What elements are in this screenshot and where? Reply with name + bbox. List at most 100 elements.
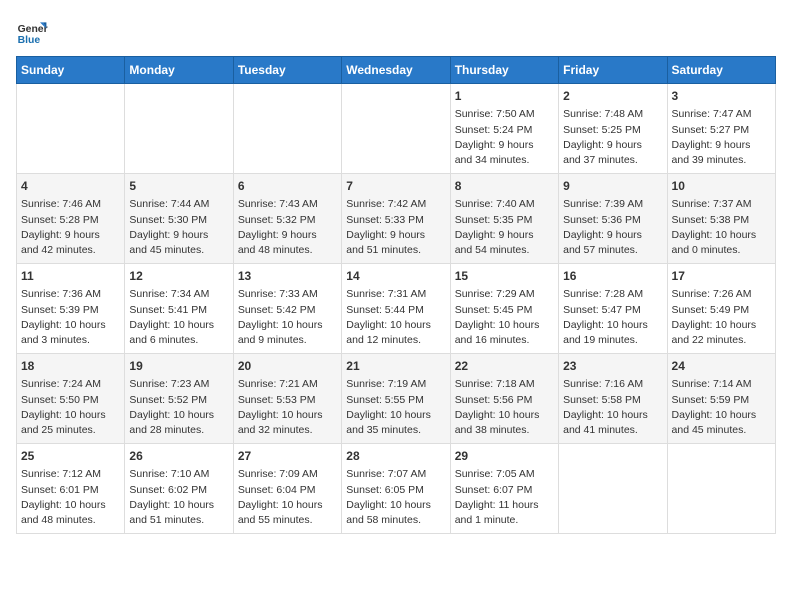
calendar-cell: 28 Sunrise: 7:07 AMSunset: 6:05 PMDayligh…	[342, 444, 450, 534]
logo: General Blue	[16, 16, 52, 48]
day-info: Sunrise: 7:09 AMSunset: 6:04 PMDaylight:…	[238, 467, 337, 528]
day-number: 23	[563, 358, 662, 375]
day-info: Sunrise: 7:36 AMSunset: 5:39 PMDaylight:…	[21, 287, 120, 348]
calendar-cell: 21Sunrise: 7:19 AMSunset: 5:55 PMDayligh…	[342, 354, 450, 444]
day-info: Sunrise: 7:24 AMSunset: 5:50 PMDaylight:…	[21, 377, 120, 438]
day-number: 28	[346, 448, 445, 465]
calendar-cell: 23 Sunrise: 7:16 AMSunset: 5:58 PMDayligh…	[559, 354, 667, 444]
calendar-week-row: 11Sunrise: 7:36 AMSunset: 5:39 PMDayligh…	[17, 264, 776, 354]
calendar-week-row: 4 Sunrise: 7:46 AMSunset: 5:28 PMDaylight…	[17, 174, 776, 264]
day-info: Sunrise: 7:26 AMSunset: 5:49 PMDaylight:…	[672, 287, 771, 348]
calendar-cell	[233, 84, 341, 174]
weekday-header-friday: Friday	[559, 57, 667, 84]
day-info: Sunrise: 7:40 AMSunset: 5:35 PMDaylight:…	[455, 197, 554, 258]
day-info: Sunrise: 7:43 AMSunset: 5:32 PMDaylight:…	[238, 197, 337, 258]
day-number: 9	[563, 178, 662, 195]
day-info: Sunrise: 7:39 AMSunset: 5:36 PMDaylight:…	[563, 197, 662, 258]
calendar-cell: 6 Sunrise: 7:43 AMSunset: 5:32 PMDaylight…	[233, 174, 341, 264]
day-info: Sunrise: 7:46 AMSunset: 5:28 PMDaylight:…	[21, 197, 120, 258]
calendar-week-row: 18Sunrise: 7:24 AMSunset: 5:50 PMDayligh…	[17, 354, 776, 444]
day-info: Sunrise: 7:10 AMSunset: 6:02 PMDaylight:…	[129, 467, 228, 528]
calendar-cell: 24 Sunrise: 7:14 AMSunset: 5:59 PMDayligh…	[667, 354, 775, 444]
day-info: Sunrise: 7:16 AMSunset: 5:58 PMDaylight:…	[563, 377, 662, 438]
day-info: Sunrise: 7:14 AMSunset: 5:59 PMDaylight:…	[672, 377, 771, 438]
day-info: Sunrise: 7:31 AMSunset: 5:44 PMDaylight:…	[346, 287, 445, 348]
day-info: Sunrise: 7:29 AMSunset: 5:45 PMDaylight:…	[455, 287, 554, 348]
calendar-cell: 20 Sunrise: 7:21 AMSunset: 5:53 PMDayligh…	[233, 354, 341, 444]
day-info: Sunrise: 7:05 AMSunset: 6:07 PMDaylight:…	[455, 467, 554, 528]
day-info: Sunrise: 7:33 AMSunset: 5:42 PMDaylight:…	[238, 287, 337, 348]
calendar-cell: 9 Sunrise: 7:39 AMSunset: 5:36 PMDaylight…	[559, 174, 667, 264]
day-number: 7	[346, 178, 445, 195]
day-number: 12	[129, 268, 228, 285]
calendar-cell: 19 Sunrise: 7:23 AMSunset: 5:52 PMDayligh…	[125, 354, 233, 444]
calendar-cell	[667, 444, 775, 534]
weekday-header-monday: Monday	[125, 57, 233, 84]
calendar-cell: 7 Sunrise: 7:42 AMSunset: 5:33 PMDaylight…	[342, 174, 450, 264]
day-number: 26	[129, 448, 228, 465]
day-number: 4	[21, 178, 120, 195]
day-info: Sunrise: 7:28 AMSunset: 5:47 PMDaylight:…	[563, 287, 662, 348]
day-info: Sunrise: 7:07 AMSunset: 6:05 PMDaylight:…	[346, 467, 445, 528]
calendar-cell: 3Sunrise: 7:47 AMSunset: 5:27 PMDaylight…	[667, 84, 775, 174]
day-number: 8	[455, 178, 554, 195]
calendar-cell: 10Sunrise: 7:37 AMSunset: 5:38 PMDayligh…	[667, 174, 775, 264]
calendar-cell	[342, 84, 450, 174]
calendar-cell	[17, 84, 125, 174]
calendar-cell	[125, 84, 233, 174]
calendar-table: SundayMondayTuesdayWednesdayThursdayFrid…	[16, 56, 776, 534]
day-info: Sunrise: 7:47 AMSunset: 5:27 PMDaylight:…	[672, 107, 771, 168]
day-number: 17	[672, 268, 771, 285]
day-number: 24	[672, 358, 771, 375]
calendar-cell: 16 Sunrise: 7:28 AMSunset: 5:47 PMDayligh…	[559, 264, 667, 354]
day-info: Sunrise: 7:50 AMSunset: 5:24 PMDaylight:…	[455, 107, 554, 168]
day-number: 21	[346, 358, 445, 375]
calendar-cell: 29Sunrise: 7:05 AMSunset: 6:07 PMDayligh…	[450, 444, 558, 534]
calendar-cell: 22 Sunrise: 7:18 AMSunset: 5:56 PMDayligh…	[450, 354, 558, 444]
svg-text:Blue: Blue	[18, 35, 41, 46]
calendar-cell: 5 Sunrise: 7:44 AMSunset: 5:30 PMDaylight…	[125, 174, 233, 264]
weekday-header-row: SundayMondayTuesdayWednesdayThursdayFrid…	[17, 57, 776, 84]
day-number: 1	[455, 88, 554, 105]
calendar-cell: 1 Sunrise: 7:50 AMSunset: 5:24 PMDaylight…	[450, 84, 558, 174]
day-info: Sunrise: 7:48 AMSunset: 5:25 PMDaylight:…	[563, 107, 662, 168]
calendar-cell: 4 Sunrise: 7:46 AMSunset: 5:28 PMDaylight…	[17, 174, 125, 264]
calendar-cell: 26 Sunrise: 7:10 AMSunset: 6:02 PMDayligh…	[125, 444, 233, 534]
day-number: 20	[238, 358, 337, 375]
calendar-cell: 13 Sunrise: 7:33 AMSunset: 5:42 PMDayligh…	[233, 264, 341, 354]
calendar-cell: 2 Sunrise: 7:48 AMSunset: 5:25 PMDaylight…	[559, 84, 667, 174]
day-number: 6	[238, 178, 337, 195]
day-number: 13	[238, 268, 337, 285]
logo-icon: General Blue	[16, 16, 48, 48]
day-info: Sunrise: 7:23 AMSunset: 5:52 PMDaylight:…	[129, 377, 228, 438]
calendar-cell: 25Sunrise: 7:12 AMSunset: 6:01 PMDayligh…	[17, 444, 125, 534]
day-number: 5	[129, 178, 228, 195]
calendar-cell: 27 Sunrise: 7:09 AMSunset: 6:04 PMDayligh…	[233, 444, 341, 534]
day-number: 15	[455, 268, 554, 285]
day-number: 10	[672, 178, 771, 195]
calendar-week-row: 25Sunrise: 7:12 AMSunset: 6:01 PMDayligh…	[17, 444, 776, 534]
calendar-cell: 15 Sunrise: 7:29 AMSunset: 5:45 PMDayligh…	[450, 264, 558, 354]
weekday-header-sunday: Sunday	[17, 57, 125, 84]
day-info: Sunrise: 7:34 AMSunset: 5:41 PMDaylight:…	[129, 287, 228, 348]
day-info: Sunrise: 7:21 AMSunset: 5:53 PMDaylight:…	[238, 377, 337, 438]
weekday-header-saturday: Saturday	[667, 57, 775, 84]
calendar-week-row: 1 Sunrise: 7:50 AMSunset: 5:24 PMDaylight…	[17, 84, 776, 174]
calendar-cell: 8 Sunrise: 7:40 AMSunset: 5:35 PMDaylight…	[450, 174, 558, 264]
weekday-header-wednesday: Wednesday	[342, 57, 450, 84]
day-info: Sunrise: 7:18 AMSunset: 5:56 PMDaylight:…	[455, 377, 554, 438]
day-number: 19	[129, 358, 228, 375]
day-number: 2	[563, 88, 662, 105]
page-header: General Blue	[16, 16, 776, 48]
day-info: Sunrise: 7:42 AMSunset: 5:33 PMDaylight:…	[346, 197, 445, 258]
calendar-cell	[559, 444, 667, 534]
day-info: Sunrise: 7:12 AMSunset: 6:01 PMDaylight:…	[21, 467, 120, 528]
day-number: 27	[238, 448, 337, 465]
day-number: 14	[346, 268, 445, 285]
weekday-header-tuesday: Tuesday	[233, 57, 341, 84]
day-info: Sunrise: 7:44 AMSunset: 5:30 PMDaylight:…	[129, 197, 228, 258]
calendar-cell: 12 Sunrise: 7:34 AMSunset: 5:41 PMDayligh…	[125, 264, 233, 354]
day-number: 16	[563, 268, 662, 285]
day-number: 22	[455, 358, 554, 375]
calendar-cell: 11Sunrise: 7:36 AMSunset: 5:39 PMDayligh…	[17, 264, 125, 354]
